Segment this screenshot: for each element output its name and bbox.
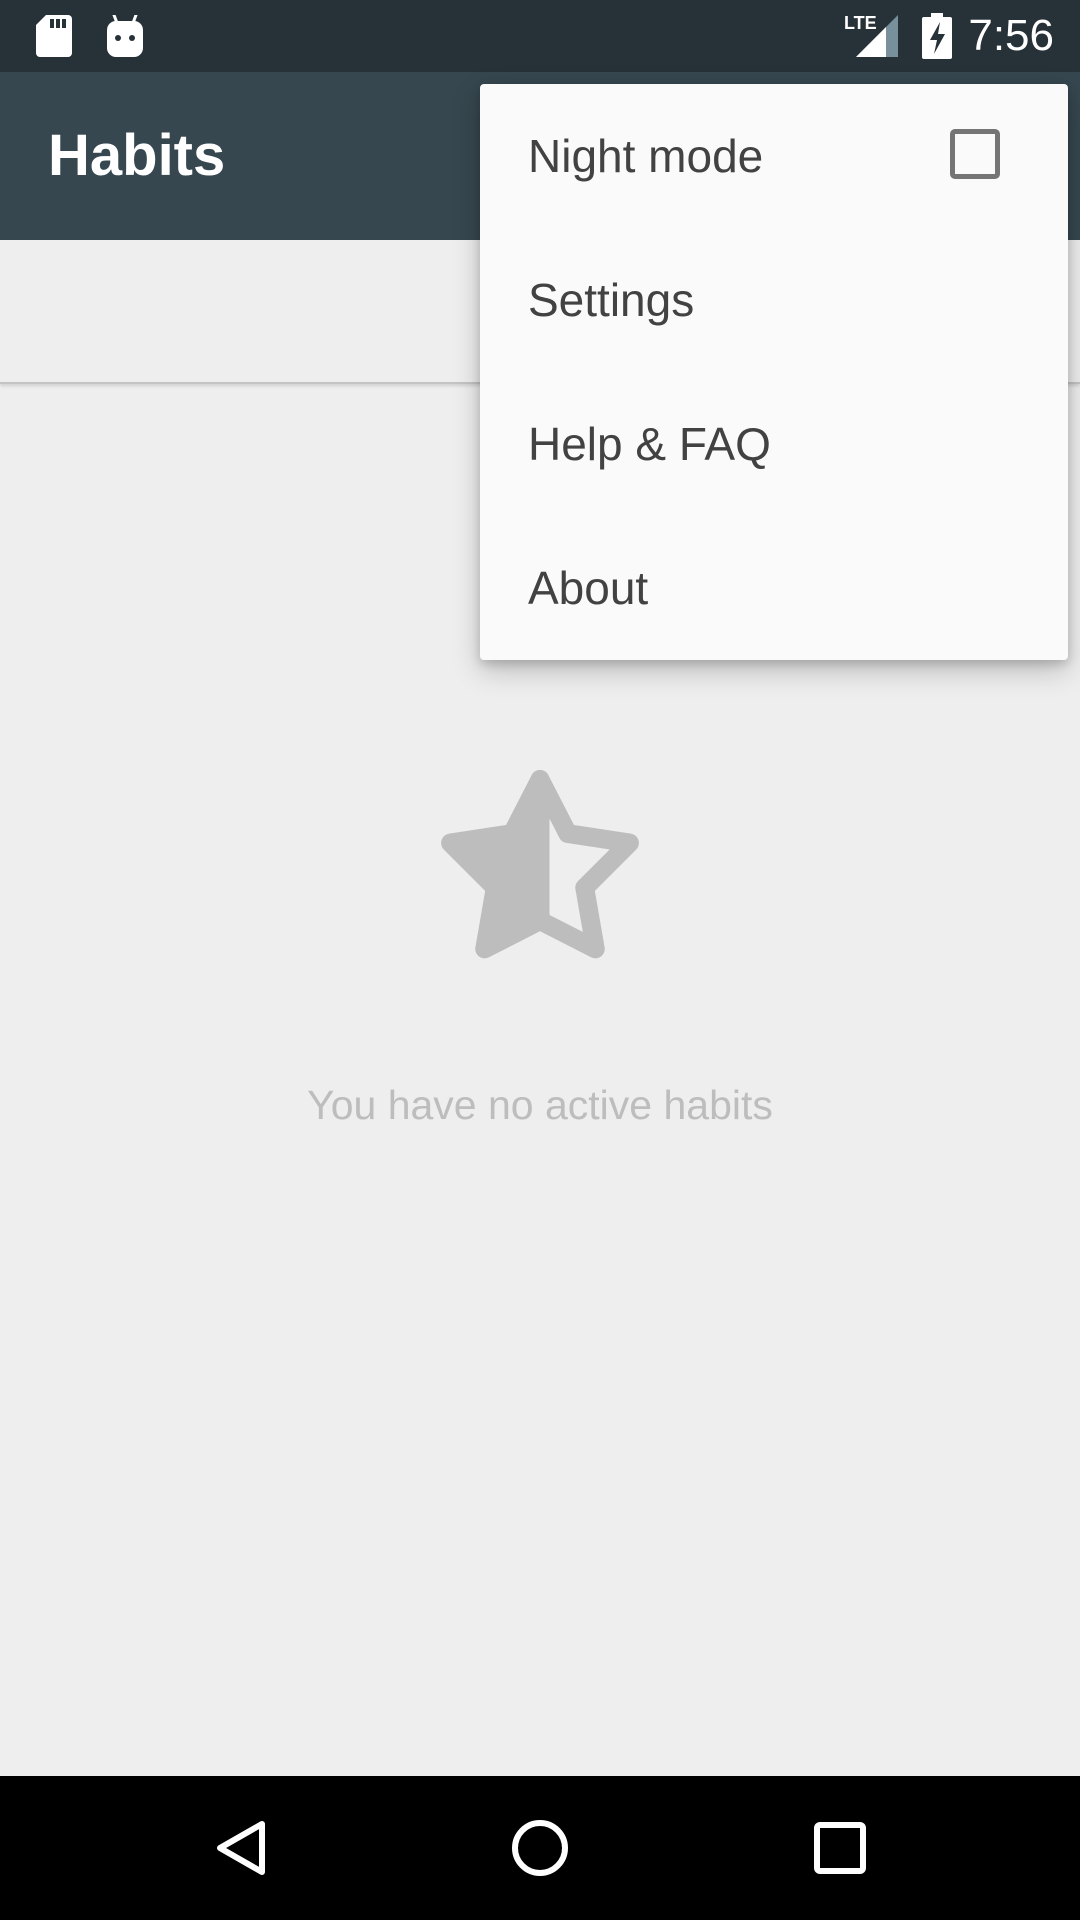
home-button[interactable] [460, 1776, 620, 1920]
back-button[interactable] [160, 1776, 320, 1920]
page-title: Habits [48, 123, 226, 188]
night-mode-checkbox[interactable] [950, 129, 1000, 179]
navigation-bar [0, 1776, 1080, 1920]
menu-item-label: About [528, 562, 649, 614]
menu-item-label: Help & FAQ [528, 418, 771, 470]
sd-card-icon [36, 0, 72, 72]
lte-signal-icon: LTE [844, 0, 900, 72]
network-label: LTE [844, 13, 877, 33]
status-time: 7:56 [968, 11, 1054, 60]
battery-charging-icon [922, 0, 952, 72]
menu-item-label: Night mode [528, 130, 764, 182]
menu-item-settings[interactable]: Settings [480, 228, 1068, 372]
recents-icon [814, 1822, 866, 1874]
home-icon [512, 1820, 568, 1876]
overflow-menu: Night mode Settings Help & FAQ About [480, 84, 1068, 660]
menu-item-help-faq[interactable]: Help & FAQ [480, 372, 1068, 516]
empty-state-message: You have no active habits [307, 1082, 773, 1128]
android-icon [106, 0, 144, 72]
star-half-icon [441, 770, 639, 959]
empty-state: You have no active habits [0, 770, 1080, 1129]
menu-item-night-mode[interactable]: Night mode [480, 84, 1068, 228]
menu-item-about[interactable]: About [480, 516, 1068, 660]
status-bar: LTE 7:56 [0, 0, 1080, 72]
recents-button[interactable] [760, 1776, 920, 1920]
back-icon [217, 1821, 265, 1875]
menu-item-label: Settings [528, 274, 695, 326]
